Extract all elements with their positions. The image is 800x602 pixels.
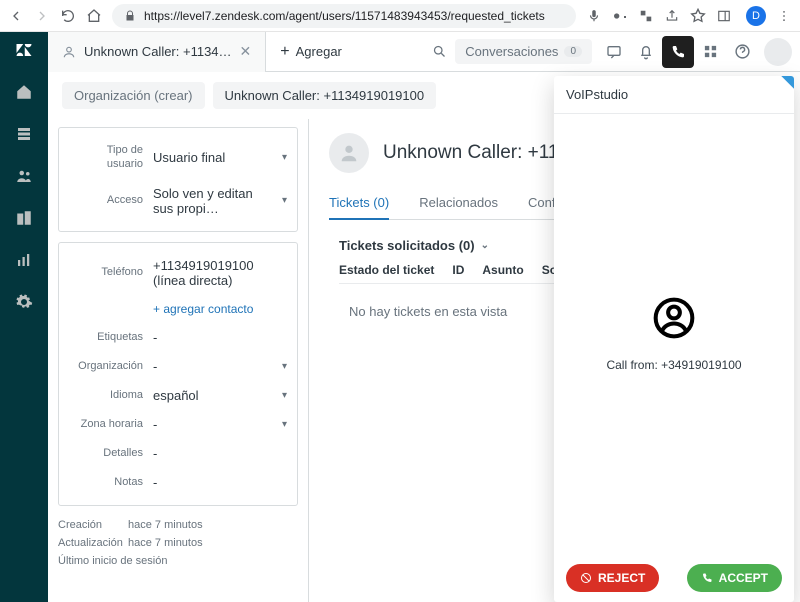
details-value[interactable]: - <box>153 446 287 461</box>
user-details-pane: Tipo de usuario Usuario final ▾ Acceso Solo… <box>48 119 308 602</box>
details-label: Detalles <box>69 446 143 460</box>
views-icon[interactable] <box>14 124 34 144</box>
tab-label: Unknown Caller: +1134… <box>84 44 232 59</box>
profile-avatar-icon <box>329 133 369 173</box>
home-icon[interactable] <box>86 8 102 24</box>
tags-label: Etiquetas <box>69 330 143 344</box>
forward-icon[interactable] <box>34 8 50 24</box>
corner-decoration <box>776 76 794 94</box>
address-bar[interactable] <box>112 4 576 28</box>
browser-toolbar: D <box>0 0 800 32</box>
col-state: Estado del ticket <box>339 263 434 277</box>
close-tab-icon[interactable]: ✕ <box>240 43 252 60</box>
access-select[interactable]: Solo ven y editan sus propi… <box>153 186 272 216</box>
share-icon[interactable] <box>664 8 680 24</box>
url-input[interactable] <box>144 9 564 23</box>
tz-label: Zona horaria <box>69 417 143 431</box>
more-icon[interactable] <box>776 8 792 24</box>
search-icon[interactable] <box>423 36 455 68</box>
chat-icon[interactable] <box>598 36 630 68</box>
side-nav <box>0 32 48 602</box>
panel-icon[interactable] <box>716 8 732 24</box>
conversations-button[interactable]: Conversaciones0 <box>455 39 592 64</box>
chevron-down-icon: ⌄ <box>481 240 489 251</box>
chevron-down-icon: ▾ <box>282 195 287 206</box>
chevron-down-icon: ▾ <box>282 390 287 401</box>
lang-label: Idioma <box>69 388 143 402</box>
user-icon <box>62 45 76 59</box>
admin-icon[interactable] <box>14 292 34 312</box>
profile-name: Unknown Caller: +1134 <box>383 142 580 164</box>
voip-panel: VoIPstudio Call from: +34919019100 REJEC… <box>554 76 794 602</box>
notes-value[interactable]: - <box>153 475 287 490</box>
access-label: Acceso <box>69 193 143 207</box>
help-icon[interactable] <box>726 36 758 68</box>
star-icon[interactable] <box>690 8 706 24</box>
lock-icon <box>124 10 136 22</box>
type-select[interactable]: Usuario final <box>153 150 272 165</box>
home-nav-icon[interactable] <box>14 82 34 102</box>
type-label: Tipo de usuario <box>69 143 143 172</box>
updated-meta: Actualizaciónhace 7 minutos <box>58 534 298 552</box>
org-select[interactable]: - <box>153 359 272 374</box>
lang-select[interactable]: español <box>153 388 272 403</box>
caller-icon <box>652 296 696 340</box>
tz-select[interactable]: - <box>153 417 272 432</box>
zendesk-logo-icon[interactable] <box>14 40 34 60</box>
user-avatar[interactable] <box>764 38 792 66</box>
apps-icon[interactable] <box>694 36 726 68</box>
workspace-tabs: Unknown Caller: +1134… ✕ +Agregar Conver… <box>48 32 800 72</box>
tab-tickets[interactable]: Tickets (0) <box>329 195 389 220</box>
phone-value: +1134919019100 (línea directa) <box>153 258 287 288</box>
add-contact-link[interactable]: + agregar contacto <box>153 302 253 316</box>
tags-value[interactable]: - <box>153 330 287 345</box>
tab-related[interactable]: Relacionados <box>419 195 498 219</box>
name-crumb[interactable]: Unknown Caller: +1134919019100 <box>213 82 437 109</box>
conv-count-badge: 0 <box>564 46 582 57</box>
lastlogin-meta: Último inicio de sesión <box>58 552 298 570</box>
chevron-down-icon: ▾ <box>282 152 287 163</box>
reject-button[interactable]: REJECT <box>566 564 659 592</box>
created-meta: Creaciónhace 7 minutos <box>58 516 298 534</box>
bell-icon[interactable] <box>630 36 662 68</box>
translate-icon[interactable] <box>638 8 654 24</box>
key-icon[interactable] <box>612 8 628 24</box>
org-icon[interactable] <box>14 208 34 228</box>
back-icon[interactable] <box>8 8 24 24</box>
notes-label: Notas <box>69 475 143 489</box>
accept-button[interactable]: ACCEPT <box>687 564 782 592</box>
mic-icon[interactable] <box>586 8 602 24</box>
voip-title: VoIPstudio <box>554 76 794 114</box>
add-tab-button[interactable]: +Agregar <box>266 43 356 61</box>
col-id: ID <box>452 263 464 277</box>
org-crumb[interactable]: Organización (crear) <box>62 82 205 109</box>
phone-icon[interactable] <box>662 36 694 68</box>
org-label: Organización <box>69 359 143 373</box>
workspace-tab[interactable]: Unknown Caller: +1134… ✕ <box>48 32 266 72</box>
call-from-text: Call from: +34919019100 <box>606 358 741 372</box>
profile-avatar[interactable]: D <box>746 6 766 26</box>
reload-icon[interactable] <box>60 8 76 24</box>
customers-icon[interactable] <box>14 166 34 186</box>
chevron-down-icon: ▾ <box>282 419 287 430</box>
phone-label: Teléfono <box>69 265 143 279</box>
reports-icon[interactable] <box>14 250 34 270</box>
col-subject: Asunto <box>482 263 523 277</box>
chevron-down-icon: ▾ <box>282 361 287 372</box>
